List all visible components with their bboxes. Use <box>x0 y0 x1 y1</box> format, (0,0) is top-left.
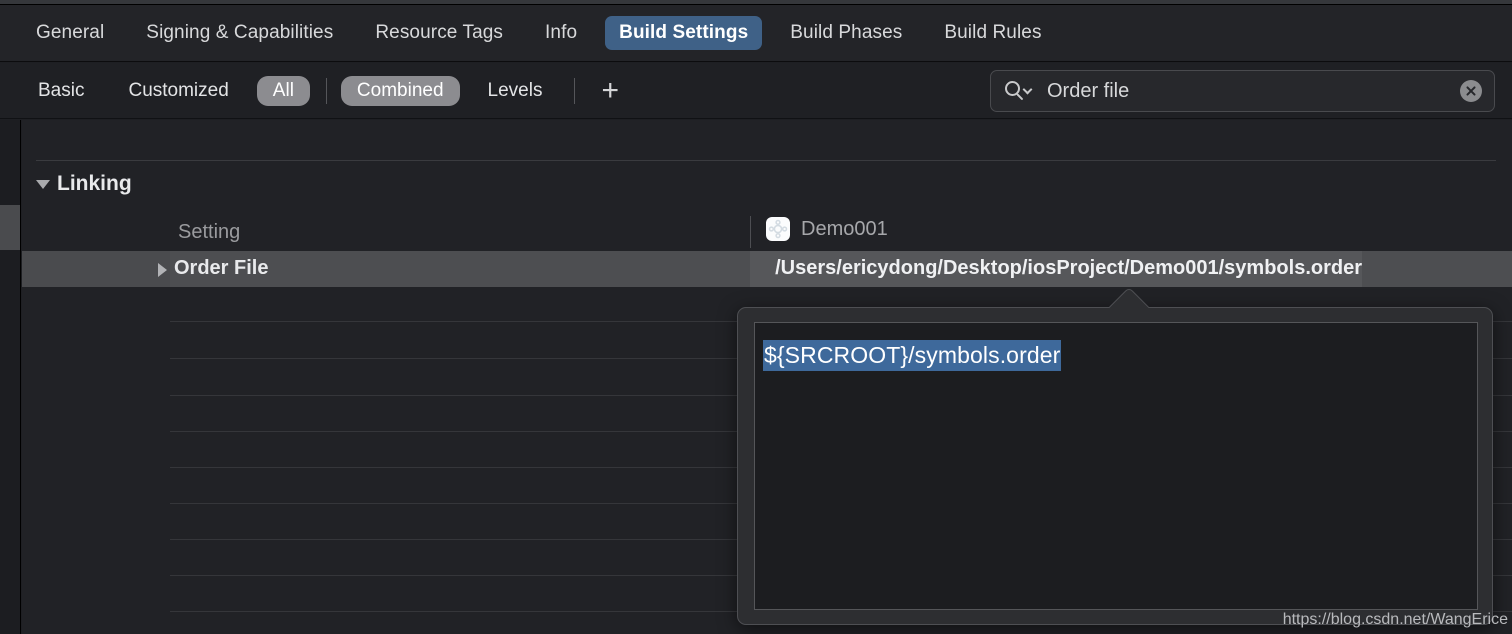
editor-tab-bar: General Signing & Capabilities Resource … <box>0 5 1512 62</box>
setting-value-popover[interactable]: ${SRCROOT}/symbols.order <box>737 307 1493 625</box>
tab-signing-capabilities[interactable]: Signing & Capabilities <box>132 16 347 50</box>
target-name: Demo001 <box>801 217 888 240</box>
row-name-cell <box>22 251 170 287</box>
target-app-icon <box>766 217 790 241</box>
filter-levels[interactable]: Levels <box>472 76 559 106</box>
filter-basic[interactable]: Basic <box>22 76 100 106</box>
search-field[interactable]: Order file <box>990 70 1495 112</box>
xcode-build-settings-window: General Signing & Capabilities Resource … <box>0 0 1512 634</box>
filter-combined[interactable]: Combined <box>340 75 460 106</box>
navigator-rail-selection <box>0 205 20 250</box>
search-icon[interactable] <box>1005 80 1035 102</box>
clear-icon[interactable] <box>1460 80 1482 102</box>
tab-general[interactable]: General <box>22 16 118 50</box>
chevron-right-icon[interactable] <box>158 263 167 277</box>
tab-build-phases[interactable]: Build Phases <box>776 16 916 50</box>
table-column-header: Setting Demo001 <box>22 212 1512 254</box>
group-header-linking[interactable]: Linking <box>36 172 132 196</box>
column-header-target: Demo001 <box>766 217 888 241</box>
column-divider <box>750 216 751 248</box>
popover-text-area[interactable]: ${SRCROOT}/symbols.order <box>754 322 1478 610</box>
chevron-down-icon[interactable] <box>36 179 50 189</box>
search-input[interactable]: Order file <box>1047 80 1460 103</box>
table-row[interactable]: Order File /Users/ericydong/Desktop/iosP… <box>22 251 1512 287</box>
top-divider <box>36 160 1496 161</box>
tab-build-settings[interactable]: Build Settings <box>605 16 763 50</box>
popover-value-text[interactable]: ${SRCROOT}/symbols.order <box>763 340 1062 371</box>
filter-customized[interactable]: Customized <box>112 76 244 106</box>
add-setting-button[interactable]: + <box>589 75 631 106</box>
filter-all[interactable]: All <box>256 75 310 106</box>
tab-info[interactable]: Info <box>531 16 591 50</box>
filter-divider-1 <box>325 77 327 104</box>
tab-resource-tags[interactable]: Resource Tags <box>361 16 517 50</box>
watermark: https://blog.csdn.net/WangErice <box>1282 611 1508 628</box>
group-title: Linking <box>57 172 132 195</box>
tab-build-rules[interactable]: Build Rules <box>930 16 1055 50</box>
setting-value[interactable]: /Users/ericydong/Desktop/iosProject/Demo… <box>562 257 1362 280</box>
navigator-rail[interactable] <box>0 120 21 634</box>
setting-name: Order File <box>174 257 269 279</box>
popover-arrow <box>1104 286 1152 308</box>
column-header-setting: Setting <box>178 221 241 243</box>
filter-divider-2 <box>574 77 576 104</box>
